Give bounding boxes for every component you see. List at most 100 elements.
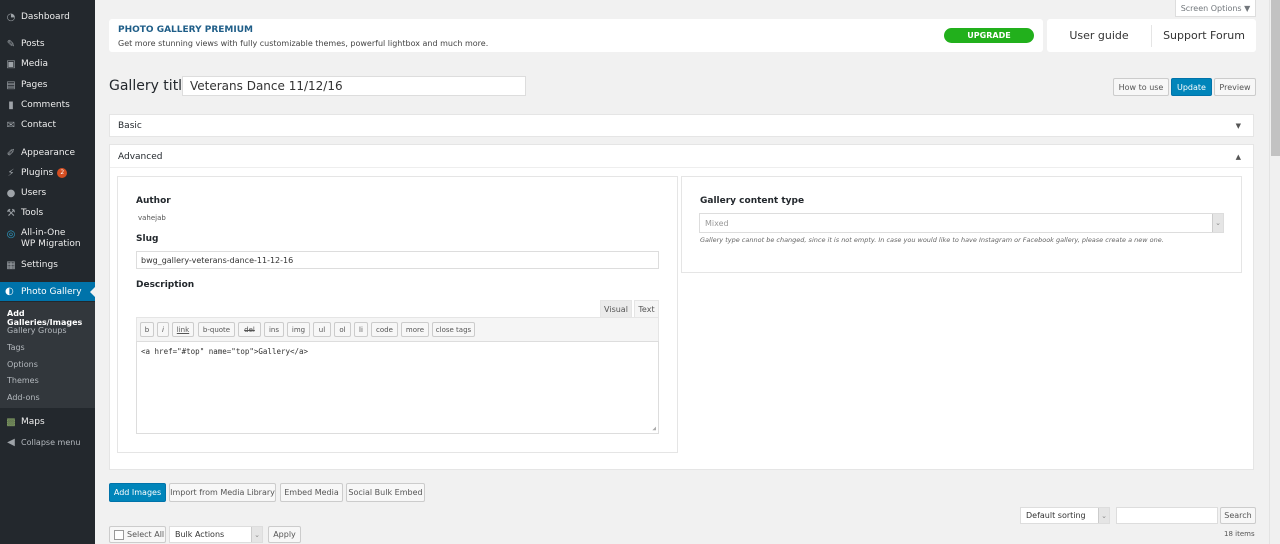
select-all-checkbox[interactable]: [114, 529, 124, 540]
submenu-add-ons[interactable]: Add-ons: [7, 393, 40, 402]
media-icon: ▣: [6, 58, 16, 70]
chevron-down-icon: ⌄: [1098, 508, 1109, 523]
sidebar-item-tools[interactable]: ⚒ Tools: [0, 207, 95, 219]
content-type-value: Mixed: [705, 218, 729, 228]
qt-bquote-button[interactable]: b-quote: [198, 322, 235, 337]
sidebar-item-photo-gallery[interactable]: ◐ Photo Gallery: [0, 282, 95, 301]
slug-input[interactable]: bwg_gallery-veterans-dance-11-12-16: [136, 251, 659, 269]
tab-visual[interactable]: Visual: [600, 300, 632, 317]
premium-title: PHOTO GALLERY PREMIUM: [118, 25, 254, 35]
qt-img-button[interactable]: img: [287, 322, 310, 337]
sidebar-item-pages[interactable]: ▤ Pages: [0, 79, 95, 91]
editor-content: <a href="#top" name="top">Gallery</a>: [141, 347, 309, 356]
quicktags-toolbar: b i link b-quote del ins img ul ol li co…: [136, 317, 659, 341]
select-all-control[interactable]: Select All: [109, 526, 166, 543]
brush-icon: ✐: [6, 147, 16, 159]
qt-bold-button[interactable]: b: [140, 322, 154, 337]
chevron-down-icon: ⌄: [1212, 214, 1223, 232]
update-count-badge: 2: [57, 168, 68, 178]
qt-code-button[interactable]: code: [371, 322, 398, 337]
social-bulk-embed-button[interactable]: Social Bulk Embed: [346, 483, 425, 502]
submenu-options[interactable]: Options: [7, 360, 38, 369]
page-scrollbar[interactable]: [1269, 0, 1280, 544]
submenu-add-galleries[interactable]: Add Galleries/Images: [7, 309, 95, 327]
pages-icon: ▤: [6, 79, 16, 91]
scrollbar-thumb[interactable]: [1271, 0, 1280, 156]
sidebar-item-settings[interactable]: ▦ Settings: [0, 259, 95, 271]
qt-li-button[interactable]: li: [354, 322, 368, 337]
how-to-use-button[interactable]: How to use: [1113, 78, 1169, 96]
basic-section-title: Basic: [118, 121, 142, 131]
plugin-icon: ⚡: [7, 167, 15, 179]
admin-sidebar: ◔ Dashboard ✎ Posts ▣ Media ▤ Pages ▮ Co…: [0, 0, 95, 544]
qt-close-tags-button[interactable]: close tags: [432, 322, 475, 337]
sidebar-item-users[interactable]: ● Users: [0, 187, 95, 199]
qt-ins-button[interactable]: ins: [264, 322, 284, 337]
slug-label: Slug: [136, 234, 159, 244]
apply-button[interactable]: Apply: [268, 526, 301, 543]
search-button[interactable]: Search: [1220, 507, 1256, 524]
sidebar-item-media[interactable]: ▣ Media: [0, 58, 95, 70]
submenu-gallery-groups[interactable]: Gallery Groups: [7, 326, 67, 335]
sidebar-item-dashboard[interactable]: ◔ Dashboard: [0, 11, 95, 23]
upgrade-button[interactable]: UPGRADE: [944, 28, 1034, 43]
select-all-label: Select All: [127, 530, 165, 539]
qt-del-button[interactable]: del: [238, 322, 261, 337]
content-type-select[interactable]: Mixed ⌄: [699, 213, 1224, 233]
search-input[interactable]: [1116, 507, 1218, 524]
premium-banner: PHOTO GALLERY PREMIUM Get more stunning …: [109, 19, 1043, 52]
import-media-library-button[interactable]: Import from Media Library: [169, 483, 276, 502]
map-icon: ▩: [6, 416, 16, 428]
sidebar-item-posts[interactable]: ✎ Posts: [0, 38, 95, 50]
content-type-note: Gallery type cannot be changed, since it…: [700, 236, 1164, 244]
basic-section-header[interactable]: Basic ▼: [109, 114, 1254, 137]
pin-icon: ✎: [6, 38, 16, 50]
resize-handle-icon[interactable]: ◢: [652, 425, 656, 432]
bulk-actions-select[interactable]: Bulk Actions ⌄: [169, 526, 263, 543]
screen-options-toggle[interactable]: Screen Options ▼: [1175, 0, 1256, 17]
sidebar-item-comments[interactable]: ▮ Comments: [0, 99, 95, 111]
settings-icon: ▦: [6, 259, 16, 271]
sidebar-item-plugins[interactable]: ⚡ Plugins 2: [0, 167, 95, 179]
sidebar-item-appearance[interactable]: ✐ Appearance: [0, 147, 95, 159]
support-forum-link[interactable]: Support Forum: [1152, 29, 1256, 42]
collapse-icon: ◀: [7, 436, 15, 448]
submenu-tags[interactable]: Tags: [7, 343, 25, 352]
description-label: Description: [136, 280, 195, 290]
envelope-icon: ✉: [6, 119, 16, 131]
dashboard-icon: ◔: [6, 11, 16, 23]
help-links: User guide Support Forum: [1047, 19, 1256, 52]
bulk-actions-value: Bulk Actions: [175, 530, 225, 539]
qt-ul-button[interactable]: ul: [313, 322, 331, 337]
chevron-down-icon: ⌄: [251, 527, 262, 542]
qt-more-button[interactable]: more: [401, 322, 429, 337]
sidebar-item-all-in-one-migration[interactable]: ◎ All-in-One WP Migration: [0, 228, 95, 250]
submenu-themes[interactable]: Themes: [7, 376, 39, 385]
advanced-section-title[interactable]: Advanced: [118, 152, 162, 162]
author-label: Author: [136, 196, 171, 206]
qt-ol-button[interactable]: ol: [334, 322, 351, 337]
photo-gallery-submenu: Add Galleries/Images Gallery Groups Tags…: [0, 302, 95, 408]
qt-italic-button[interactable]: i: [157, 322, 169, 337]
collapse-icon[interactable]: ▲: [1236, 153, 1241, 161]
migration-icon: ◎: [6, 228, 16, 240]
sorting-value: Default sorting: [1026, 511, 1086, 520]
sorting-select[interactable]: Default sorting ⌄: [1020, 507, 1110, 524]
sidebar-item-maps[interactable]: ▩ Maps: [0, 416, 95, 428]
gallery-title-input[interactable]: Veterans Dance 11/12/16: [182, 76, 526, 96]
user-icon: ●: [6, 187, 16, 199]
embed-media-button[interactable]: Embed Media: [280, 483, 343, 502]
collapse-menu-button[interactable]: ◀ Collapse menu: [0, 436, 95, 448]
content-type-label: Gallery content type: [700, 196, 805, 206]
expand-icon: ▼: [1235, 122, 1241, 130]
preview-button[interactable]: Preview: [1214, 78, 1256, 96]
divider: [110, 167, 1253, 168]
wrench-icon: ⚒: [6, 207, 16, 219]
tab-text[interactable]: Text: [634, 300, 659, 317]
update-button[interactable]: Update: [1171, 78, 1212, 96]
qt-link-button[interactable]: link: [172, 322, 194, 337]
sidebar-item-contact[interactable]: ✉ Contact: [0, 119, 95, 131]
user-guide-link[interactable]: User guide: [1047, 29, 1151, 42]
description-editor[interactable]: <a href="#top" name="top">Gallery</a> ◢: [136, 341, 659, 434]
add-images-button[interactable]: Add Images: [109, 483, 166, 502]
